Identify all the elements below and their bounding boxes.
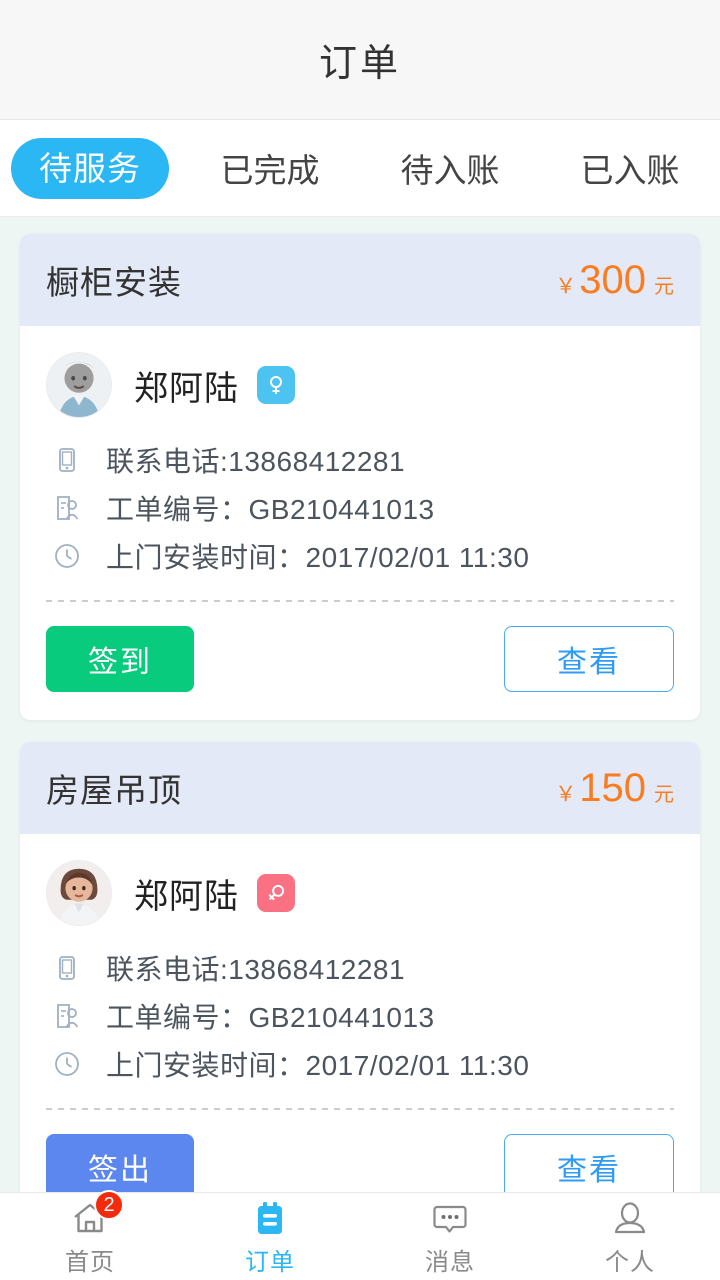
detail-row-time-text: 上门安装时间：2017/02/01 11:30: [106, 542, 530, 573]
order-card-body: 郑阿陆 联系电话:13868412281 工单编号：GB210441013 上门…: [20, 834, 700, 1110]
detail-row-phone: 联系电话:13868412281: [50, 944, 674, 992]
order-title: 橱柜安装: [46, 264, 182, 301]
detail-row-order-no-text: 工单编号：GB210441013: [106, 494, 435, 525]
avatar: [46, 352, 112, 418]
price-amount: 150: [579, 765, 646, 810]
order-price: ￥ 300 元: [555, 258, 674, 303]
check-in-button[interactable]: 签到: [46, 626, 194, 692]
person-icon: [608, 1196, 652, 1240]
currency-symbol: ￥: [555, 782, 577, 806]
detail-row-time: 上门安装时间：2017/02/01 11:30: [50, 532, 674, 580]
tab-pending-service[interactable]: 待服务: [0, 120, 180, 216]
nav-item-home[interactable]: 2 首页: [0, 1190, 180, 1280]
app-root: 订单 待服务 已完成 待入账 已入账 橱柜安装 ￥ 300 元 郑阿陆 联系电话…: [0, 0, 720, 1280]
tab-settled-label: 已入账: [580, 152, 680, 189]
order-card-header: 房屋吊顶 ￥ 150 元: [20, 742, 700, 834]
detail-row-phone-text: 联系电话:13868412281: [106, 446, 406, 477]
order-title: 房屋吊顶: [46, 772, 182, 809]
order-card-header: 橱柜安装 ￥ 300 元: [20, 234, 700, 326]
tab-pending-service-label: 待服务: [11, 137, 169, 199]
nav-item-messages-label: 消息: [425, 1249, 475, 1276]
work-order-icon: [50, 491, 84, 525]
view-button[interactable]: 查看: [504, 1134, 674, 1192]
order-detail-rows: 联系电话:13868412281 工单编号：GB210441013 上门安装时间…: [46, 436, 674, 580]
view-button[interactable]: 查看: [504, 626, 674, 692]
nav-item-profile-label: 个人: [605, 1249, 655, 1276]
female-symbol-icon: [257, 874, 295, 912]
page-title: 订单: [318, 43, 401, 85]
tab-completed[interactable]: 已完成: [180, 120, 360, 216]
order-price: ￥ 150 元: [555, 766, 674, 811]
customer-info: 郑阿陆: [46, 860, 674, 926]
detail-row-time-text: 上门安装时间：2017/02/01 11:30: [106, 1050, 530, 1081]
detail-row-phone-text: 联系电话:13868412281: [106, 954, 406, 985]
customer-info: 郑阿陆: [46, 352, 674, 418]
home-icon: 2: [68, 1190, 124, 1240]
order-icon: [248, 1196, 292, 1240]
currency-symbol: ￥: [555, 274, 577, 298]
nav-item-messages[interactable]: 消息: [360, 1193, 540, 1280]
nav-item-profile[interactable]: 个人: [540, 1193, 720, 1280]
detail-row-order-no: 工单编号：GB210441013: [50, 484, 674, 532]
check-out-button[interactable]: 签出: [46, 1134, 194, 1192]
detail-row-order-no: 工单编号：GB210441013: [50, 992, 674, 1040]
clock-icon: [50, 1047, 84, 1081]
order-list[interactable]: 橱柜安装 ￥ 300 元 郑阿陆 联系电话:13868412281 工单编号：G…: [0, 218, 720, 1192]
nav-item-orders[interactable]: 订单: [180, 1193, 360, 1280]
tab-pending-settlement-label: 待入账: [400, 152, 500, 189]
order-card-body: 郑阿陆 联系电话:13868412281 工单编号：GB210441013 上门…: [20, 326, 700, 602]
avatar: [46, 860, 112, 926]
order-card-actions: 签出 查看: [20, 1110, 700, 1192]
tab-pending-settlement[interactable]: 待入账: [360, 120, 540, 216]
price-amount: 300: [579, 257, 646, 302]
female-symbol-icon: [257, 366, 295, 404]
customer-name: 郑阿陆: [134, 877, 239, 916]
price-unit: 元: [654, 275, 674, 298]
detail-row-order-no-text: 工单编号：GB210441013: [106, 1002, 435, 1033]
clock-icon: [50, 539, 84, 573]
home-badge-count: 2: [94, 1190, 124, 1220]
order-card[interactable]: 房屋吊顶 ￥ 150 元 郑阿陆 联系电话:13868412281 工单编号：G…: [20, 742, 700, 1192]
detail-row-time: 上门安装时间：2017/02/01 11:30: [50, 1040, 674, 1088]
order-card[interactable]: 橱柜安装 ￥ 300 元 郑阿陆 联系电话:13868412281 工单编号：G…: [20, 234, 700, 720]
price-unit: 元: [654, 783, 674, 806]
customer-name: 郑阿陆: [134, 369, 239, 408]
tab-settled[interactable]: 已入账: [540, 120, 720, 216]
detail-row-phone: 联系电话:13868412281: [50, 436, 674, 484]
order-status-tabs: 待服务 已完成 待入账 已入账: [0, 120, 720, 217]
phone-icon: [50, 951, 84, 985]
order-card-actions: 签到 查看: [20, 602, 700, 720]
page-header: 订单: [0, 0, 720, 120]
order-detail-rows: 联系电话:13868412281 工单编号：GB210441013 上门安装时间…: [46, 944, 674, 1088]
phone-icon: [50, 443, 84, 477]
message-icon: [428, 1196, 472, 1240]
nav-item-home-label: 首页: [65, 1249, 115, 1276]
tab-completed-label: 已完成: [220, 152, 320, 189]
nav-item-orders-label: 订单: [245, 1249, 295, 1276]
work-order-icon: [50, 999, 84, 1033]
bottom-navigation: 2 首页 订单 消息 个人: [0, 1190, 720, 1280]
